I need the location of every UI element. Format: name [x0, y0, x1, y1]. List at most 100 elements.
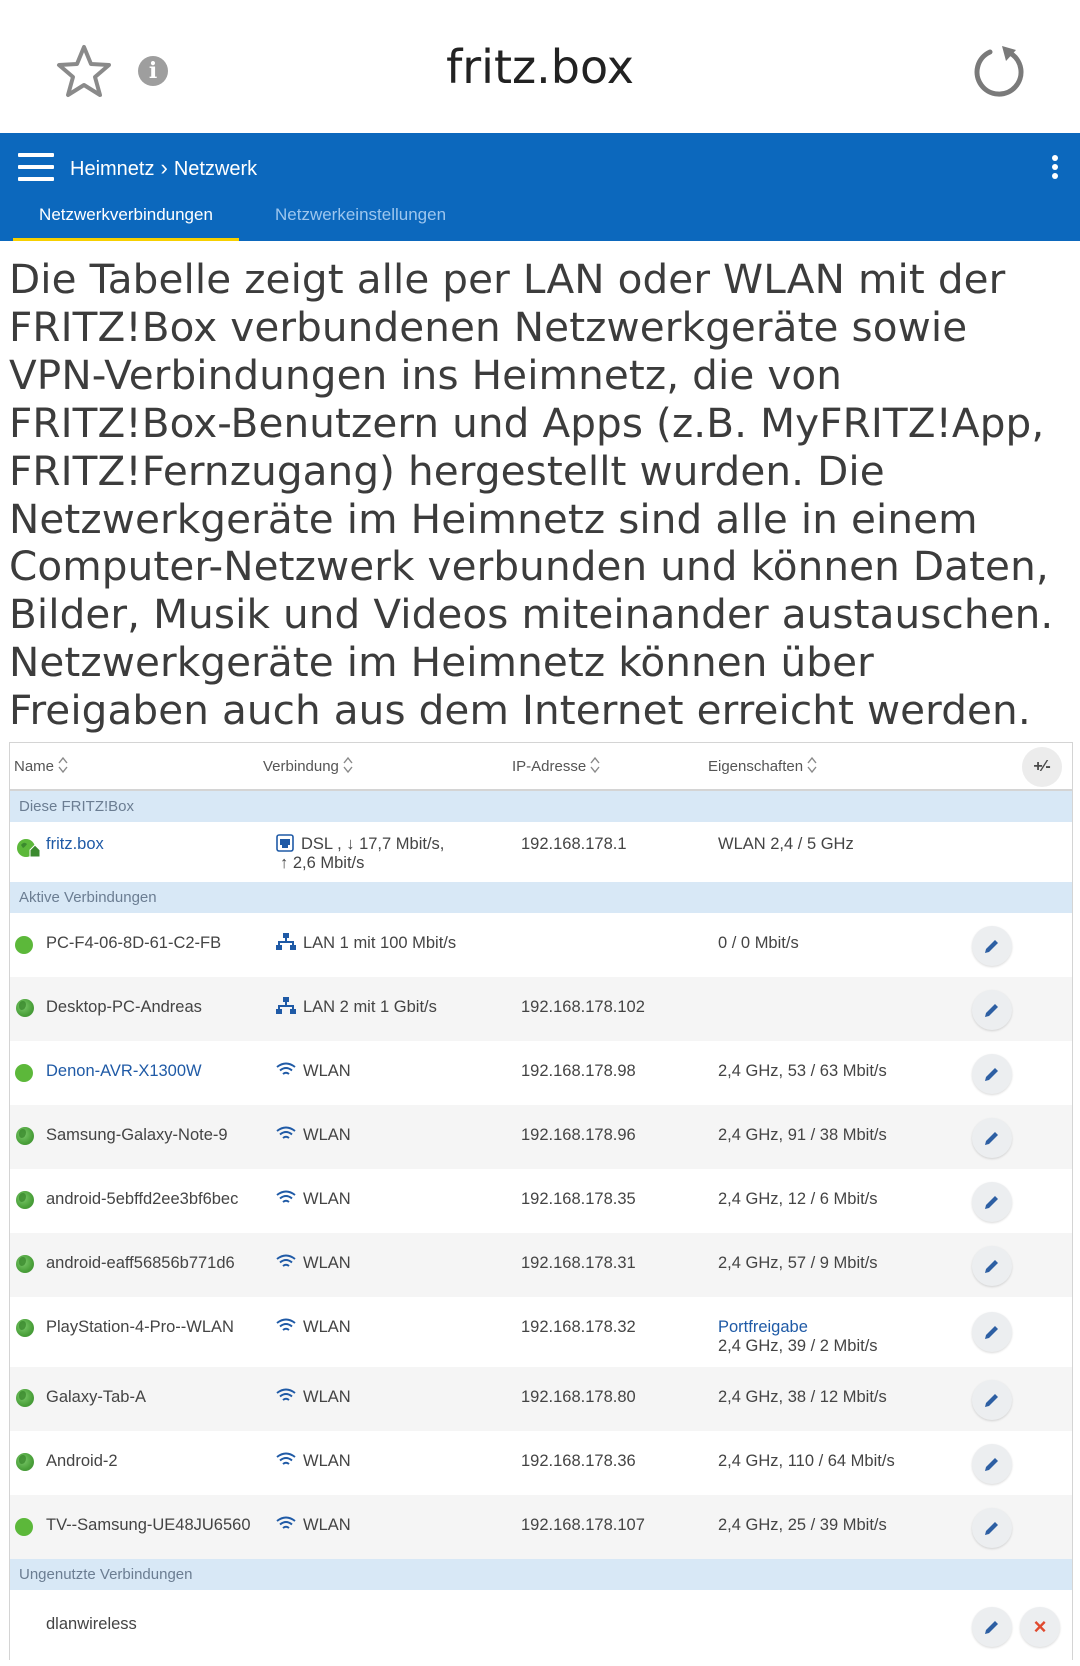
sort-icon [807, 756, 817, 774]
wifi-icon [276, 1452, 296, 1465]
status-online-icon [15, 936, 33, 954]
table-row: Desktop-PC-Andreas LAN 2 mit 1 Gbit/s 19… [10, 977, 1072, 1041]
wifi-icon [276, 1388, 296, 1401]
device-name: Android-2 [46, 1452, 118, 1470]
ip-cell: 192.168.178.36 [521, 1452, 636, 1470]
properties-cell: 2,4 GHz, 57 / 9 Mbit/s [718, 1254, 878, 1272]
wifi-icon [276, 1062, 296, 1075]
ip-cell: 192.168.178.35 [521, 1190, 636, 1208]
table-row: dlanwireless × [10, 1590, 1072, 1660]
reload-icon[interactable] [970, 44, 1026, 100]
column-name[interactable]: Name [14, 756, 68, 776]
table-row: TV--Samsung-UE48JU6560 WLAN 192.168.178.… [10, 1495, 1072, 1559]
ip-cell: 192.168.178.80 [521, 1388, 636, 1406]
device-name: android-eaff56856b771d6 [46, 1254, 235, 1272]
breadcrumb-heimnetz[interactable]: Heimnetz [70, 158, 154, 180]
pencil-icon [985, 1196, 998, 1209]
device-name: android-5ebffd2ee3bf6bec [46, 1190, 239, 1208]
device-name: TV--Samsung-UE48JU6560 [46, 1516, 251, 1534]
globe-icon [16, 1255, 34, 1273]
globe-icon [16, 1389, 34, 1407]
pencil-icon [985, 1260, 998, 1273]
toggle-columns-button[interactable]: +⁄- [1022, 747, 1062, 787]
column-ip-adresse[interactable]: IP-Adresse [512, 756, 600, 776]
wifi-icon [276, 1190, 296, 1203]
connection-cell: WLAN [276, 1254, 351, 1273]
ip-cell: 192.168.178.98 [521, 1062, 636, 1080]
edit-button[interactable] [972, 1508, 1012, 1548]
breadcrumb: Heimnetz › Netzwerk [70, 155, 257, 181]
globe-icon [16, 999, 34, 1017]
pencil-icon [985, 1068, 998, 1081]
wifi-icon [276, 1516, 296, 1529]
globe-icon [16, 1191, 34, 1209]
device-name: Desktop-PC-Andreas [46, 998, 202, 1016]
ip-cell: 192.168.178.96 [521, 1126, 636, 1144]
edit-button[interactable] [972, 1054, 1012, 1094]
properties-cell: 2,4 GHz, 38 / 12 Mbit/s [718, 1388, 887, 1406]
properties-cell: 0 / 0 Mbit/s [718, 934, 799, 952]
edit-button[interactable] [972, 990, 1012, 1030]
connection-cell: WLAN [276, 1062, 351, 1081]
app-header: Heimnetz › Netzwerk Netzwerkverbindungen N… [0, 133, 1080, 241]
ip-cell: 192.168.178.32 [521, 1318, 636, 1336]
wifi-icon [276, 1126, 296, 1139]
column-verbindung[interactable]: Verbindung [263, 756, 353, 776]
properties-cell: WLAN 2,4 / 5 GHz [718, 835, 854, 853]
pencil-icon [985, 1621, 998, 1634]
table-row: android-5ebffd2ee3bf6bec WLAN 192.168.17… [10, 1169, 1072, 1233]
table-row: Samsung-Galaxy-Note-9 WLAN 192.168.178.9… [10, 1105, 1072, 1169]
pencil-icon [985, 1004, 998, 1017]
table-row-fritzbox: fritz.box DSL , ↓ 17,7 Mbit/s, ↑ 2,6 Mbit… [10, 822, 1072, 882]
connection-cell: WLAN [276, 1318, 351, 1337]
device-name: Galaxy-Tab-A [46, 1388, 146, 1406]
more-vertical-icon[interactable] [1052, 155, 1060, 181]
device-name-link[interactable]: fritz.box [46, 835, 104, 854]
properties-cell: 2,4 GHz, 53 / 63 Mbit/s [718, 1062, 887, 1080]
portfreigabe-link[interactable]: Portfreigabe [718, 1318, 878, 1337]
ip-cell: 192.168.178.107 [521, 1516, 645, 1534]
url-text[interactable]: fritz.box [0, 40, 1080, 94]
properties-cell: 2,4 GHz, 25 / 39 Mbit/s [718, 1516, 887, 1534]
tab-netzwerkverbindungen[interactable]: Netzwerkverbindungen [13, 205, 239, 241]
edit-button[interactable] [972, 926, 1012, 966]
connection-cell: WLAN [276, 1452, 351, 1471]
table-header: Name Verbindung IP-Adresse Eigenschaften… [10, 743, 1072, 791]
breadcrumb-netzwerk: Netzwerk [173, 158, 258, 180]
device-name: dlanwireless [46, 1615, 137, 1633]
edit-button[interactable] [972, 1118, 1012, 1158]
ip-cell: 192.168.178.31 [521, 1254, 636, 1272]
pencil-icon [985, 1394, 998, 1407]
tab-netzwerkeinstellungen[interactable]: Netzwerkeinstellungen [275, 205, 446, 225]
section-header-box: Diese FRITZ!Box [10, 791, 1072, 822]
edit-button[interactable] [972, 1380, 1012, 1420]
ip-cell: 192.168.178.1 [521, 835, 627, 853]
menu-icon[interactable] [18, 153, 54, 181]
edit-button[interactable] [972, 1246, 1012, 1286]
section-header-unused: Ungenutzte Verbindungen [10, 1559, 1072, 1590]
connection-cell: WLAN [276, 1388, 351, 1407]
globe-icon [16, 1453, 34, 1471]
page-description: Die Tabelle zeigt alle per LAN oder WLAN… [9, 255, 1054, 735]
edit-button[interactable] [972, 1312, 1012, 1352]
properties-cell: 2,4 GHz, 12 / 6 Mbit/s [718, 1190, 878, 1208]
edit-button[interactable] [972, 1607, 1012, 1647]
table-row: Android-2 WLAN 192.168.178.36 2,4 GHz, 1… [10, 1431, 1072, 1495]
table-row: Galaxy-Tab-A WLAN 192.168.178.80 2,4 GHz… [10, 1367, 1072, 1431]
edit-button[interactable] [972, 1444, 1012, 1484]
delete-button[interactable]: × [1020, 1607, 1060, 1647]
connection-cell: DSL , ↓ 17,7 Mbit/s, ↑ 2,6 Mbit/s [276, 833, 444, 873]
wifi-icon [276, 1254, 296, 1267]
connection-cell: LAN 2 mit 1 Gbit/s [276, 996, 437, 1017]
edit-button[interactable] [972, 1182, 1012, 1222]
column-eigenschaften[interactable]: Eigenschaften [708, 756, 817, 776]
close-icon: × [1033, 1614, 1047, 1639]
connection-cell: LAN 1 mit 100 Mbit/s [276, 932, 456, 953]
status-online-icon [15, 1064, 33, 1082]
device-name-link[interactable]: Denon-AVR-X1300W [46, 1062, 202, 1081]
pencil-icon [985, 1458, 998, 1471]
ip-cell: 192.168.178.102 [521, 998, 645, 1016]
connection-cell: WLAN [276, 1516, 351, 1535]
device-name: PC-F4-06-8D-61-C2-FB [46, 934, 222, 952]
device-name: PlayStation-4-Pro--WLAN [46, 1318, 234, 1336]
